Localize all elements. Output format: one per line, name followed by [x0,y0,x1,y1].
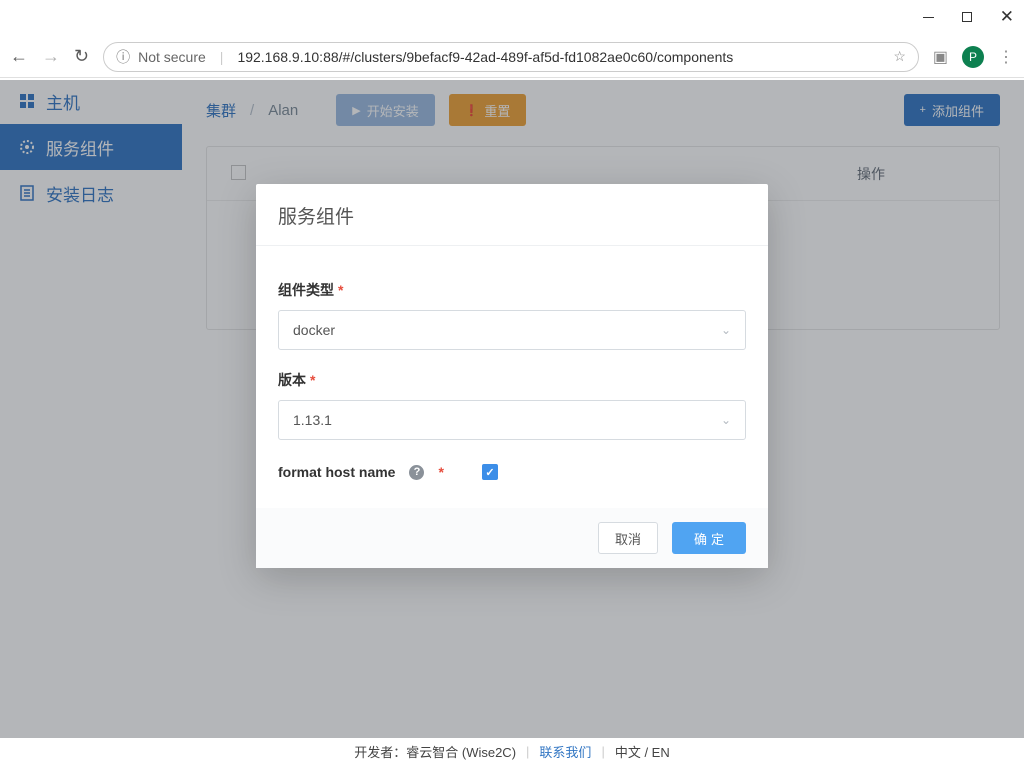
star-icon[interactable]: ☆ [893,48,906,65]
modal-overlay[interactable]: 服务组件 组件类型* docker ⌄ 版本* 1.13.1 ⌄ [0,80,1024,738]
confirm-button[interactable]: 确定 [672,522,746,554]
modal-title: 服务组件 [256,184,768,246]
close-window-icon[interactable]: ✕ [1000,7,1014,27]
not-secure-label: Not secure [138,49,206,65]
back-button[interactable]: ← [10,46,28,67]
component-type-select[interactable]: docker ⌄ [278,310,746,350]
url-text: 192.168.9.10:88/#/clusters/9befacf9-42ad… [237,49,885,65]
footer-lang[interactable]: 中文 / EN [615,742,670,761]
add-component-modal: 服务组件 组件类型* docker ⌄ 版本* 1.13.1 ⌄ [256,184,768,568]
version-select[interactable]: 1.13.1 ⌄ [278,400,746,440]
site-info-icon[interactable]: ⓘ [116,47,130,67]
footer: 开发者：睿云智合 (Wise2C) | 联系我们 | 中文 / EN [0,736,1024,766]
url-input[interactable]: ⓘ Not secure | 192.168.9.10:88/#/cluster… [103,42,919,72]
reload-button[interactable]: ↻ [74,46,89,67]
chevron-down-icon: ⌄ [721,413,731,427]
forward-button[interactable]: → [42,46,60,67]
help-icon[interactable]: ? [409,465,424,480]
profile-avatar[interactable]: P [962,46,984,68]
cancel-button[interactable]: 取消 [598,522,658,554]
version-label: 版本* [278,370,746,390]
footer-developer: 开发者：睿云智合 (Wise2C) [354,742,516,761]
format-host-label: format host name [278,464,395,480]
address-bar: ← → ↻ ⓘ Not secure | 192.168.9.10:88/#/c… [0,36,1024,78]
menu-icon[interactable]: ⋮ [998,47,1014,67]
maximize-icon[interactable] [962,9,972,25]
extension-icon[interactable]: ▣ [933,47,948,67]
minimize-icon[interactable] [923,9,934,25]
component-type-label: 组件类型* [278,280,746,300]
format-host-checkbox[interactable]: ✓ [482,464,498,480]
chevron-down-icon: ⌄ [721,323,731,337]
footer-contact-link[interactable]: 联系我们 [539,742,591,761]
window-controls: ✕ [0,0,1024,36]
